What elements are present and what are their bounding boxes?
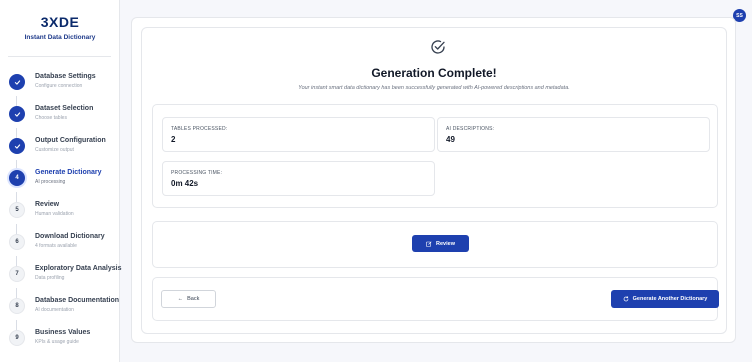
logo-text: 3XDE: [40, 14, 80, 30]
page-title: Generation Complete!: [371, 66, 497, 80]
step-generate-dictionary[interactable]: 4 Generate Dictionary AI processing: [9, 166, 117, 190]
step-number: 6: [9, 234, 25, 250]
step-title: Exploratory Data Analysis: [35, 265, 122, 272]
stat-processing-time: PROCESSING TIME: 0m 42s: [162, 161, 435, 196]
step-number: 5: [9, 202, 25, 218]
stat-label: TABLES PROCESSED:: [171, 126, 228, 132]
step-number: 4: [9, 170, 25, 186]
stat-ai-descriptions: AI DESCRIPTIONS: 49: [437, 117, 710, 152]
edit-icon: [426, 241, 432, 247]
step-subtitle: Customize output: [35, 147, 74, 153]
back-button[interactable]: ← Back: [161, 290, 216, 308]
step-subtitle: KPIs & usage guide: [35, 339, 79, 345]
check-icon: [9, 74, 25, 90]
step-output-configuration[interactable]: Output Configuration Customize output: [9, 134, 117, 158]
review-button-label: Review: [436, 240, 455, 247]
step-subtitle: AI documentation: [35, 307, 74, 313]
step-title: Business Values: [35, 329, 91, 336]
step-title: Generate Dictionary: [35, 169, 102, 176]
stat-tables-processed: TABLES PROCESSED: 2: [162, 117, 435, 152]
step-exploratory-data-analysis[interactable]: 7 Exploratory Data Analysis Data profili…: [9, 262, 122, 286]
step-database-settings[interactable]: Database Settings Configure connection: [9, 70, 117, 94]
stat-value: 49: [446, 135, 455, 144]
step-number: 7: [9, 266, 25, 282]
review-panel: Review: [152, 221, 718, 268]
step-download-dictionary[interactable]: 6 Download Dictionary 4 formats availabl…: [9, 230, 117, 254]
refresh-icon: [623, 296, 629, 302]
page-subtitle: Your instant smart data dictionary has b…: [298, 85, 570, 91]
step-business-values[interactable]: 9 Business Values KPIs & usage guide: [9, 326, 117, 350]
check-icon: [9, 138, 25, 154]
sidebar: 3XDE Instant Data Dictionary Database Se…: [0, 0, 122, 362]
step-subtitle: 4 formats available: [35, 243, 77, 249]
actions-panel: ← Back Generate Another Dictionary: [152, 277, 719, 321]
stat-label: PROCESSING TIME:: [171, 170, 223, 176]
check-icon: [9, 106, 25, 122]
review-button[interactable]: Review: [412, 235, 469, 252]
step-title: Output Configuration: [35, 137, 106, 144]
stat-value: 0m 42s: [171, 179, 199, 188]
step-dataset-selection[interactable]: Dataset Selection Choose tables: [9, 102, 117, 126]
step-subtitle: AI processing: [35, 179, 66, 185]
step-subtitle: Human validation: [35, 211, 74, 217]
main-card: Generation Complete! Your instant smart …: [131, 17, 736, 343]
back-button-label: Back: [187, 296, 200, 302]
arrow-left-icon: ←: [177, 296, 184, 302]
step-number: 9: [9, 330, 25, 346]
step-title: Dataset Selection: [35, 105, 94, 112]
step-database-documentation[interactable]: 8 Database Documentation AI documentatio…: [9, 294, 120, 318]
completion-panel: Generation Complete! Your instant smart …: [141, 27, 727, 334]
check-circle-icon: [431, 40, 445, 54]
step-title: Database Documentation: [35, 297, 120, 304]
sidebar-divider: [8, 56, 111, 57]
step-subtitle: Choose tables: [35, 115, 67, 121]
stat-value: 2: [171, 135, 176, 144]
stats-panel: TABLES PROCESSED: 2 AI DESCRIPTIONS: 49 …: [152, 104, 718, 208]
step-number: 8: [9, 298, 25, 314]
step-subtitle: Data profiling: [35, 275, 65, 281]
step-subtitle: Configure connection: [35, 83, 83, 89]
step-title: Database Settings: [35, 73, 96, 80]
generate-another-button[interactable]: Generate Another Dictionary: [611, 290, 719, 308]
step-title: Download Dictionary: [35, 233, 105, 240]
app-subtitle: Instant Data Dictionary: [24, 34, 96, 41]
generate-another-label: Generate Another Dictionary: [632, 296, 708, 302]
step-title: Review: [35, 201, 60, 208]
logo: 3XDE Instant Data Dictionary: [6, 14, 114, 41]
step-review[interactable]: 5 Review Human validation: [9, 198, 117, 222]
stat-label: AI DESCRIPTIONS:: [446, 126, 495, 132]
